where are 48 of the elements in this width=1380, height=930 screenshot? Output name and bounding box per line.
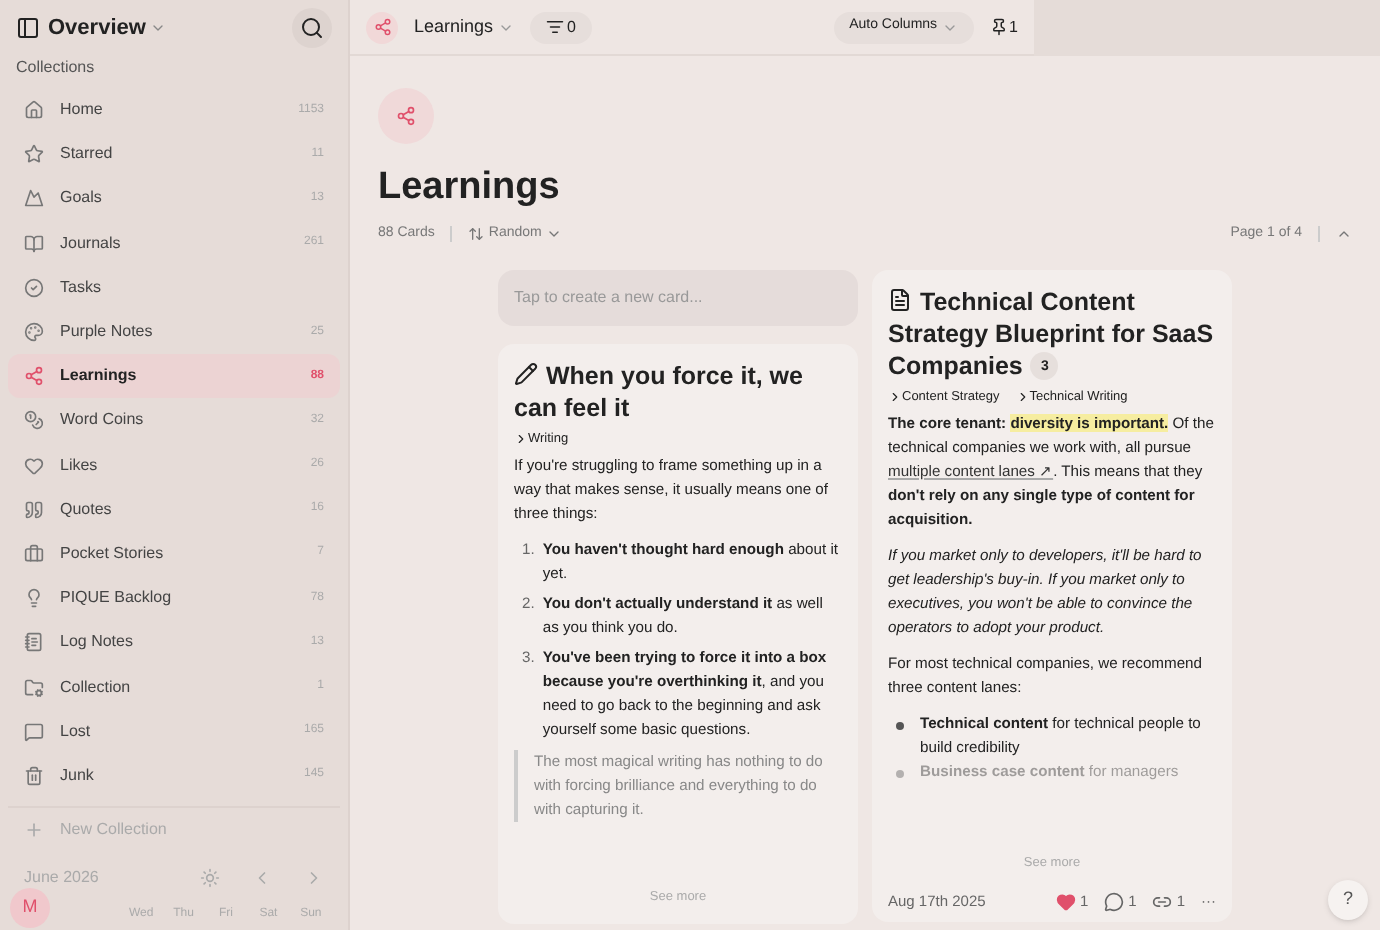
dots-icon	[373, 18, 391, 36]
coins-icon	[24, 410, 44, 431]
briefcase-icon	[24, 543, 44, 564]
house-icon	[24, 100, 44, 121]
filter-icon	[545, 18, 564, 36]
card-title: When you force it, we can feel it	[514, 359, 805, 423]
book-icon	[24, 233, 44, 254]
sidebar-toggle-icon[interactable]	[16, 16, 40, 40]
page-title: Learnings	[378, 164, 562, 212]
chevron-icon	[514, 431, 528, 445]
card[interactable]	[498, 343, 858, 923]
document-icon	[888, 287, 912, 311]
workspace-dropdown[interactable]: Overview	[48, 11, 166, 45]
check-circle-icon	[24, 277, 44, 298]
dots-icon	[24, 366, 44, 387]
trash-icon	[24, 765, 44, 786]
pencil-icon	[514, 361, 538, 385]
section-heading: Collections	[14, 56, 97, 80]
lightbulb-icon	[24, 588, 44, 609]
mountain-icon	[24, 188, 44, 209]
collection-dropdown[interactable]: Learnings	[414, 13, 514, 41]
pin-icon	[989, 18, 1008, 36]
link-icon	[1152, 891, 1173, 911]
bullet-icon	[896, 769, 904, 777]
sort-icon	[468, 226, 485, 243]
speech-bubble-icon	[1104, 891, 1125, 911]
help-button[interactable]: ?	[1328, 880, 1368, 920]
plus-icon	[24, 819, 44, 839]
speech-bubble-icon	[24, 721, 44, 742]
chevron-icon	[1015, 389, 1030, 403]
card[interactable]	[872, 269, 1232, 921]
chevron-icon	[888, 389, 902, 403]
palette-icon	[24, 322, 44, 343]
search-button[interactable]	[292, 8, 332, 48]
heart-icon	[1055, 891, 1076, 911]
pin-button[interactable]: 1	[989, 15, 1018, 39]
chevron-down-icon	[149, 20, 166, 36]
notebook-icon	[24, 632, 44, 653]
search-icon	[300, 16, 324, 40]
calendar-month: June 2026	[24, 866, 101, 890]
filter-button[interactable]: 0	[529, 11, 592, 43]
star-icon	[24, 144, 44, 165]
bullet-icon	[896, 721, 904, 729]
sidebar-item[interactable]: Tasks	[8, 265, 340, 310]
heart-icon	[24, 455, 44, 476]
dots-icon	[396, 106, 416, 126]
folder-gear-icon	[24, 677, 44, 698]
quote-icon	[24, 499, 44, 520]
